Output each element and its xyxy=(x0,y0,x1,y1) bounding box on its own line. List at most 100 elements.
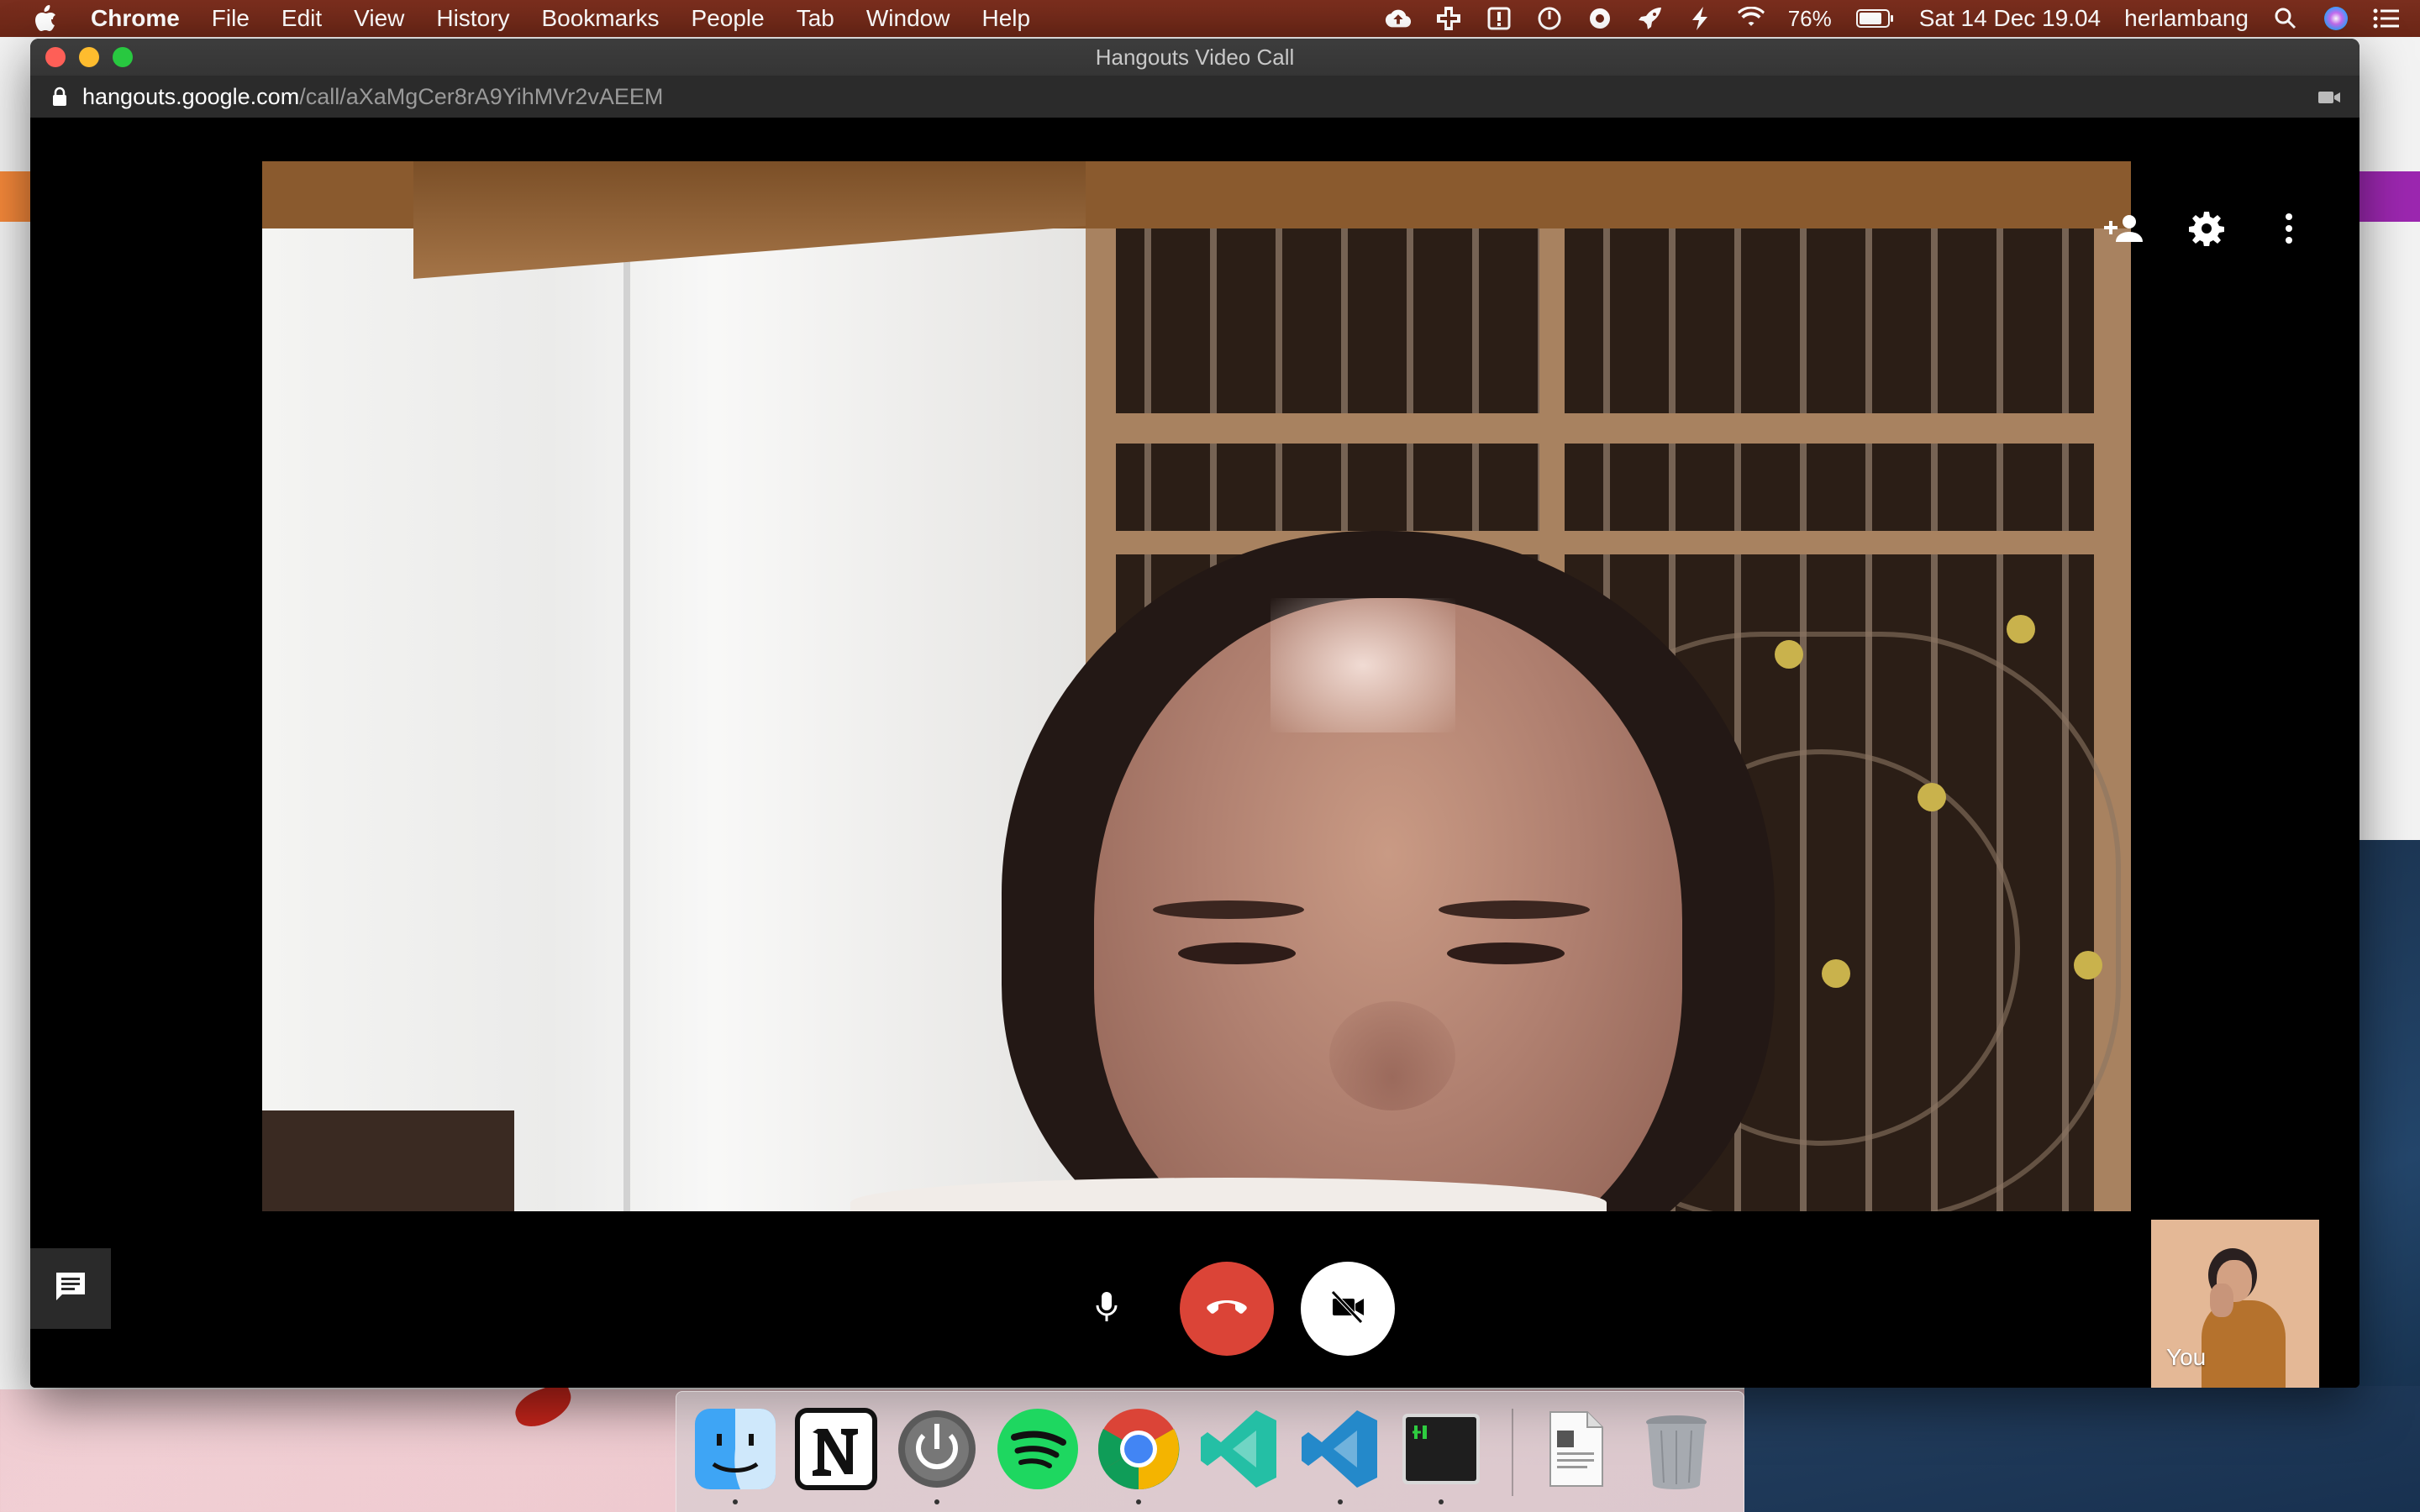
menu-people[interactable]: People xyxy=(692,5,765,32)
battery-icon[interactable] xyxy=(1855,5,1896,32)
video-scene-detail xyxy=(1775,640,1803,669)
dock-chrome[interactable] xyxy=(1095,1405,1182,1504)
menu-window[interactable]: Window xyxy=(866,5,950,32)
hangouts-window: Hangouts Video Call hangouts.google.com /… xyxy=(30,39,2360,1388)
running-indicator xyxy=(1136,1499,1141,1504)
finder-icon xyxy=(695,1409,776,1489)
gear-icon[interactable] xyxy=(2186,208,2227,249)
running-indicator xyxy=(733,1499,738,1504)
dock-power[interactable] xyxy=(893,1405,981,1504)
vscode-insiders-icon xyxy=(1201,1410,1276,1488)
alert-box-icon[interactable] xyxy=(1486,5,1512,32)
dock-separator xyxy=(1512,1409,1513,1496)
menu-bookmarks[interactable]: Bookmarks xyxy=(541,5,659,32)
url-path[interactable]: /call/aXaMgCer8rA9YihMVr2vAEEM xyxy=(299,84,663,110)
apple-icon[interactable] xyxy=(34,5,59,32)
microphone-icon xyxy=(1094,1290,1119,1328)
maximize-window-button[interactable] xyxy=(113,47,133,67)
window-controls xyxy=(45,47,133,67)
call-options xyxy=(2104,208,2309,249)
call-controls xyxy=(1060,1262,1395,1356)
background-accent xyxy=(0,171,34,222)
dock-terminal[interactable] xyxy=(1397,1405,1485,1504)
menu-bar: Chrome File Edit View History Bookmarks … xyxy=(0,0,2420,37)
video-scene-detail xyxy=(1329,1001,1455,1110)
power-circle-icon[interactable] xyxy=(1536,5,1563,32)
phone-hangup-icon xyxy=(1206,1297,1248,1321)
dock-spotify[interactable] xyxy=(994,1405,1081,1493)
video-scene-detail xyxy=(1822,959,1850,988)
notion-icon xyxy=(795,1408,877,1490)
running-indicator xyxy=(1338,1499,1343,1504)
video-scene-detail xyxy=(1447,942,1565,964)
chrome-icon xyxy=(1097,1409,1180,1490)
dock-finder[interactable] xyxy=(692,1405,779,1504)
video-scene-detail xyxy=(2210,1284,2233,1317)
video-scene-detail xyxy=(262,1110,514,1211)
dock-notion[interactable] xyxy=(792,1405,880,1493)
call-stage: You xyxy=(30,118,2360,1388)
mute-microphone-button[interactable] xyxy=(1060,1263,1153,1355)
menu-help[interactable]: Help xyxy=(981,5,1030,32)
power-app-icon xyxy=(898,1410,976,1488)
chat-button[interactable] xyxy=(30,1248,111,1329)
video-scene-detail xyxy=(1439,900,1590,919)
clock-datetime[interactable]: Sat 14 Dec 19.04 xyxy=(1919,5,2101,32)
vscode-icon xyxy=(1302,1410,1377,1488)
menu-view[interactable]: View xyxy=(354,5,404,32)
notification-center-icon[interactable] xyxy=(2373,5,2400,32)
video-scene-detail xyxy=(1178,942,1296,964)
spotify-icon xyxy=(997,1409,1078,1489)
toggle-camera-button[interactable] xyxy=(1301,1262,1395,1356)
wallpaper xyxy=(1744,1386,2420,1512)
search-icon[interactable] xyxy=(2272,5,2299,32)
dock-preview-document[interactable] xyxy=(1532,1405,1619,1493)
window-titlebar[interactable]: Hangouts Video Call xyxy=(30,39,2360,76)
cloud-upload-icon[interactable] xyxy=(1385,5,1412,32)
video-scene-detail xyxy=(2074,951,2102,979)
dock-trash[interactable] xyxy=(1633,1405,1720,1493)
video-scene-detail xyxy=(1153,900,1304,919)
add-person-icon[interactable] xyxy=(2104,208,2144,249)
video-scene-detail xyxy=(1086,413,2131,444)
window-title: Hangouts Video Call xyxy=(1095,44,1295,70)
lock-icon[interactable] xyxy=(52,86,69,108)
menu-tab[interactable]: Tab xyxy=(797,5,834,32)
remote-video[interactable] xyxy=(262,161,2131,1211)
dock-vscode-insiders[interactable] xyxy=(1196,1405,1283,1493)
menu-file[interactable]: File xyxy=(212,5,250,32)
wifi-icon[interactable] xyxy=(1737,5,1765,32)
more-options-icon[interactable] xyxy=(2269,208,2309,249)
bolt-icon[interactable] xyxy=(1687,5,1714,32)
self-video-thumbnail[interactable]: You xyxy=(2151,1220,2319,1388)
running-indicator xyxy=(934,1499,939,1504)
plus-cross-icon[interactable] xyxy=(1435,5,1462,32)
battery-percent[interactable]: 76% xyxy=(1788,6,1832,32)
address-bar[interactable]: hangouts.google.com/call/aXaMgCer8rA9Yih… xyxy=(30,76,2360,118)
video-scene-wall xyxy=(262,161,1086,1211)
video-scene-detail xyxy=(623,161,630,1211)
siri-icon[interactable] xyxy=(2323,5,2349,32)
self-view-label: You xyxy=(2166,1344,2207,1370)
chat-icon xyxy=(54,1270,87,1308)
dock-vscode[interactable] xyxy=(1297,1405,1384,1504)
camera-in-use-icon[interactable] xyxy=(2317,87,2341,107)
url-host[interactable]: hangouts.google.com xyxy=(82,84,299,110)
hang-up-button[interactable] xyxy=(1180,1262,1274,1356)
menu-app-name[interactable]: Chrome xyxy=(91,5,180,32)
status-area: 76% Sat 14 Dec 19.04 herlambang xyxy=(1385,0,2400,37)
rocket-icon[interactable] xyxy=(1637,5,1664,32)
terminal-icon xyxy=(1402,1414,1480,1484)
camera-off-icon xyxy=(1329,1289,1366,1328)
minimize-window-button[interactable] xyxy=(79,47,99,67)
video-scene-detail xyxy=(1086,531,2131,554)
video-scene-detail xyxy=(1270,598,1455,732)
menu-edit[interactable]: Edit xyxy=(281,5,322,32)
dock xyxy=(676,1391,1744,1512)
record-icon[interactable] xyxy=(1586,5,1613,32)
menu-history[interactable]: History xyxy=(436,5,509,32)
document-icon xyxy=(1549,1411,1603,1487)
video-scene-detail xyxy=(2007,615,2035,643)
close-window-button[interactable] xyxy=(45,47,66,67)
user-name[interactable]: herlambang xyxy=(2124,5,2249,32)
